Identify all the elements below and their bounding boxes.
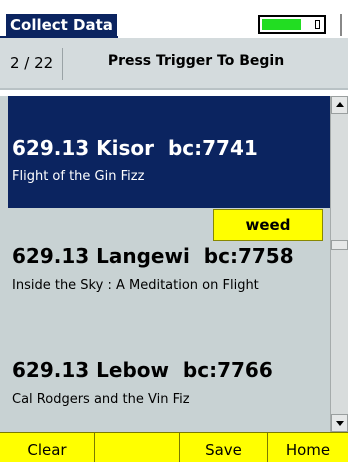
item-heading: 629.13 Langewi bc:7758 (12, 244, 330, 268)
home-button[interactable]: Home (268, 433, 348, 462)
record-counter: 2 / 22 (10, 54, 54, 72)
window-edge-marker (340, 14, 342, 36)
item-list[interactable]: 629.13 Kisor bc:7741 Flight of the Gin F… (0, 96, 330, 432)
item-heading: 629.13 Lebow bc:7766 (12, 358, 330, 382)
scroll-thumb[interactable] (331, 240, 348, 250)
blank-softkey[interactable] (95, 433, 180, 462)
title-bar: Collect Data (0, 0, 348, 38)
save-button[interactable]: Save (180, 433, 268, 462)
arrow-up-icon (336, 102, 344, 107)
call-number: 629.13 Kisor (12, 136, 155, 160)
battery-cap (315, 20, 320, 29)
item-title-text: Inside the Sky : A Meditation on Flight (12, 278, 259, 293)
list-item[interactable]: 629.13 Langewi bc:7758 Inside the Sky : … (8, 244, 330, 324)
call-number: 629.13 Langewi (12, 244, 190, 268)
weed-tag: weed (213, 209, 323, 241)
vertical-scrollbar[interactable] (330, 96, 348, 432)
battery-level (262, 19, 301, 30)
item-heading: 629.13 Kisor bc:7741 (12, 96, 330, 160)
trigger-prompt: Press Trigger To Begin (107, 53, 285, 69)
status-bar: 2 / 22 Press Trigger To Begin (0, 38, 348, 90)
clear-button[interactable]: Clear (0, 433, 95, 462)
scroll-down-button[interactable] (331, 414, 348, 432)
barcode: bc:7741 (167, 136, 258, 160)
barcode: bc:7766 (182, 358, 273, 382)
list-item[interactable]: 629.13 Lebow bc:7766 Cal Rodgers and the… (8, 358, 330, 428)
item-title-text: Cal Rodgers and the Vin Fiz (12, 392, 190, 407)
softkey-bar: Clear Save Home (0, 432, 348, 462)
call-number: 629.13 Lebow (12, 358, 169, 382)
list-item[interactable]: 629.13 Kisor bc:7741 Flight of the Gin F… (8, 96, 330, 208)
battery-icon (258, 15, 326, 34)
arrow-down-icon (336, 421, 344, 426)
barcode: bc:7758 (203, 244, 294, 268)
status-divider (62, 48, 63, 80)
scroll-up-button[interactable] (331, 96, 348, 114)
item-title-text: Flight of the Gin Fizz (12, 169, 145, 184)
app-title: Collect Data (6, 14, 117, 36)
